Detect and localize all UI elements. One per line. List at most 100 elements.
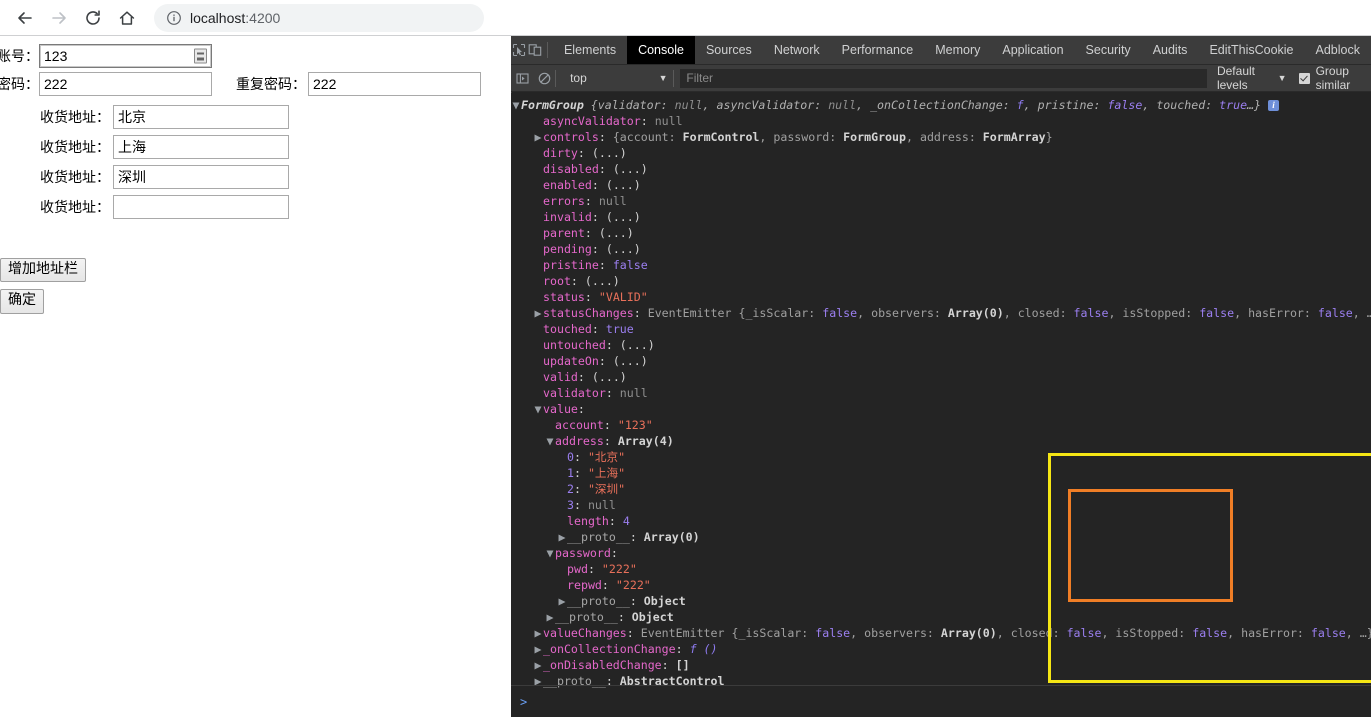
address-bar[interactable]: localhost:4200 bbox=[154, 3, 484, 32]
group-similar-toggle[interactable]: Group similar bbox=[1298, 64, 1371, 92]
collapse-triangle-icon[interactable]: ▼ bbox=[545, 433, 555, 449]
log-property-row[interactable]: ▸account: "123" bbox=[511, 417, 1371, 433]
log-property-row[interactable]: ▸enabled: (...) bbox=[511, 177, 1371, 193]
back-button[interactable] bbox=[8, 4, 42, 32]
log-property-row[interactable]: ▸2: "深圳" bbox=[511, 481, 1371, 497]
console-sidebar-icon[interactable] bbox=[511, 72, 533, 85]
log-property-row[interactable]: ▼ address: Array(4) bbox=[511, 433, 1371, 449]
collapse-triangle-icon[interactable]: ▼ bbox=[545, 545, 555, 561]
property-separator: : bbox=[601, 578, 616, 592]
log-property-row[interactable]: ▶ controls: {account: FormControl, passwo… bbox=[511, 129, 1371, 145]
log-property-row[interactable]: ▶ __proto__: Object bbox=[511, 609, 1371, 625]
info-circle-icon[interactable] bbox=[166, 10, 182, 26]
tab-elements[interactable]: Elements bbox=[553, 36, 627, 64]
value-preview: {_isScalar: false, observers: Array(0), … bbox=[738, 306, 1371, 320]
console-log-output[interactable]: ▼ FormGroup {validator: null, asyncValida… bbox=[511, 93, 1371, 717]
console-input-prompt[interactable]: > bbox=[511, 685, 1371, 717]
log-property-row[interactable]: ▼ password: bbox=[511, 545, 1371, 561]
collapse-triangle-icon[interactable]: ▼ bbox=[533, 401, 543, 417]
log-property-row[interactable]: ▶ valueChanges: EventEmitter {_isScalar: … bbox=[511, 625, 1371, 641]
property-separator: : bbox=[629, 594, 644, 608]
tab-memory[interactable]: Memory bbox=[924, 36, 991, 64]
log-property-row[interactable]: ▸valid: (...) bbox=[511, 369, 1371, 385]
expand-triangle-icon[interactable]: ▶ bbox=[533, 305, 543, 321]
add-address-button[interactable]: 增加地址栏 bbox=[0, 258, 86, 283]
property-separator: : bbox=[591, 242, 606, 256]
log-entry-header[interactable]: ▼ FormGroup {validator: null, asyncValida… bbox=[511, 97, 1371, 113]
log-property-row[interactable]: ▸pending: (...) bbox=[511, 241, 1371, 257]
tab-application[interactable]: Application bbox=[991, 36, 1074, 64]
property-key: _onCollectionChange bbox=[543, 642, 676, 656]
expand-triangle-icon[interactable]: ▶ bbox=[533, 657, 543, 673]
info-badge-icon[interactable]: i bbox=[1268, 100, 1280, 111]
log-property-row[interactable]: ▸parent: (...) bbox=[511, 225, 1371, 241]
log-property-row[interactable]: ▶ __proto__: Object bbox=[511, 593, 1371, 609]
reload-button[interactable] bbox=[76, 4, 110, 32]
clear-console-icon[interactable] bbox=[533, 72, 555, 85]
row-indent-spacer: ▸ bbox=[533, 225, 543, 241]
group-similar-checkbox[interactable] bbox=[1298, 72, 1310, 84]
property-value: Array(0) bbox=[643, 530, 700, 544]
log-property-row[interactable]: ▸asyncValidator: null bbox=[511, 113, 1371, 129]
log-property-row[interactable]: ▸invalid: (...) bbox=[511, 209, 1371, 225]
account-input[interactable] bbox=[39, 44, 212, 68]
log-property-row[interactable]: ▶ _onCollectionChange: f () bbox=[511, 641, 1371, 657]
address-input-1[interactable] bbox=[113, 135, 289, 159]
expand-triangle-icon[interactable]: ▶ bbox=[533, 625, 543, 641]
log-property-row[interactable]: ▶ statusChanges: EventEmitter {_isScalar:… bbox=[511, 305, 1371, 321]
log-property-row[interactable]: ▸status: "VALID" bbox=[511, 289, 1371, 305]
log-property-row[interactable]: ▸length: 4 bbox=[511, 513, 1371, 529]
tab-network[interactable]: Network bbox=[763, 36, 831, 64]
tab-adblock[interactable]: Adblock bbox=[1305, 36, 1371, 64]
repassword-input[interactable] bbox=[308, 72, 481, 96]
expand-triangle-icon[interactable]: ▶ bbox=[557, 529, 567, 545]
forward-button[interactable] bbox=[42, 4, 76, 32]
expand-triangle-icon[interactable]: ▼ bbox=[511, 97, 521, 113]
execution-context-select[interactable]: top ▼ bbox=[562, 69, 673, 88]
log-property-row[interactable]: ▸0: "北京" bbox=[511, 449, 1371, 465]
log-levels-select[interactable]: Default levels ▼ bbox=[1217, 64, 1287, 92]
expand-triangle-icon[interactable]: ▶ bbox=[545, 609, 555, 625]
home-button[interactable] bbox=[110, 4, 144, 32]
tab-performance[interactable]: Performance bbox=[831, 36, 925, 64]
log-property-row[interactable]: ▸3: null bbox=[511, 497, 1371, 513]
property-value: true bbox=[605, 322, 634, 336]
address-input-3[interactable] bbox=[113, 195, 289, 219]
expand-triangle-icon[interactable]: ▶ bbox=[557, 593, 567, 609]
log-property-row[interactable]: ▸touched: true bbox=[511, 321, 1371, 337]
tab-console[interactable]: Console bbox=[627, 36, 695, 64]
log-property-row[interactable]: ▸pristine: false bbox=[511, 257, 1371, 273]
tab-sources[interactable]: Sources bbox=[695, 36, 763, 64]
submit-button[interactable]: 确定 bbox=[0, 289, 44, 314]
device-toolbar-icon[interactable] bbox=[527, 36, 543, 64]
tab-audits[interactable]: Audits bbox=[1142, 36, 1199, 64]
log-property-row[interactable]: ▸disabled: (...) bbox=[511, 161, 1371, 177]
log-property-row[interactable]: ▼ value: bbox=[511, 401, 1371, 417]
property-value: Object bbox=[631, 610, 674, 624]
row-indent-spacer: ▸ bbox=[533, 321, 543, 337]
log-property-row[interactable]: ▸errors: null bbox=[511, 193, 1371, 209]
filter-input[interactable] bbox=[680, 68, 1207, 88]
expand-triangle-icon[interactable]: ▶ bbox=[533, 129, 543, 145]
log-property-row[interactable]: ▶ _onDisabledChange: [] bbox=[511, 657, 1371, 673]
inspect-element-icon[interactable] bbox=[511, 36, 527, 64]
tab-security[interactable]: Security bbox=[1075, 36, 1142, 64]
log-property-row[interactable]: ▸untouched: (...) bbox=[511, 337, 1371, 353]
log-property-row[interactable]: ▸updateOn: (...) bbox=[511, 353, 1371, 369]
address-input-0[interactable] bbox=[113, 105, 289, 129]
log-property-row[interactable]: ▸root: (...) bbox=[511, 273, 1371, 289]
log-property-row[interactable]: ▸1: "上海" bbox=[511, 465, 1371, 481]
tab-editthiscookie[interactable]: EditThisCookie bbox=[1198, 36, 1304, 64]
log-property-row[interactable]: ▸validator: null bbox=[511, 385, 1371, 401]
log-property-row[interactable]: ▸repwd: "222" bbox=[511, 577, 1371, 593]
autofill-credentials-icon[interactable] bbox=[194, 48, 207, 64]
expand-triangle-icon[interactable]: ▶ bbox=[533, 641, 543, 657]
password-input[interactable] bbox=[39, 72, 212, 96]
address-label: 收货地址： bbox=[40, 110, 110, 126]
password-label: 密码： bbox=[0, 77, 39, 93]
address-input-2[interactable] bbox=[113, 165, 289, 189]
property-value: "深圳" bbox=[587, 482, 626, 496]
log-property-row[interactable]: ▶ __proto__: Array(0) bbox=[511, 529, 1371, 545]
log-property-row[interactable]: ▸pwd: "222" bbox=[511, 561, 1371, 577]
log-property-row[interactable]: ▸dirty: (...) bbox=[511, 145, 1371, 161]
